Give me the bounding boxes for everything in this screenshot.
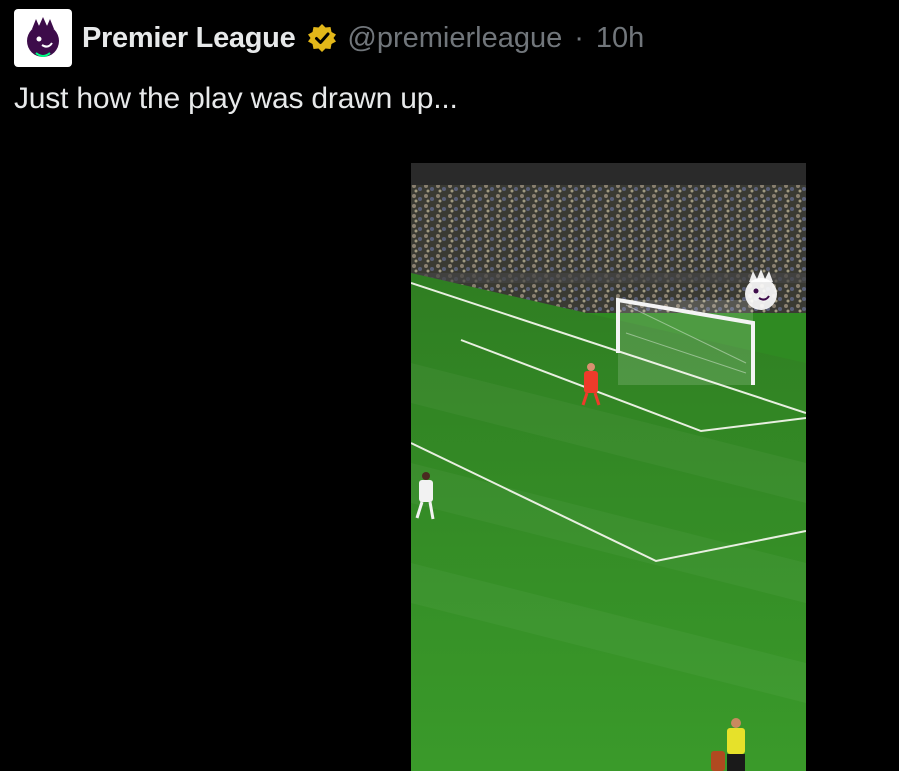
tweet-text: Just how the play was drawn up... (14, 82, 458, 115)
premier-league-lion-logo-icon (27, 17, 59, 57)
timestamp[interactable]: 10h (596, 22, 644, 55)
video-media[interactable] (411, 163, 806, 771)
separator-dot: · (574, 21, 584, 54)
player-bottom (711, 751, 725, 771)
tweet-header: Premier League @premierleague · 10h (14, 8, 644, 68)
goal-net (616, 297, 755, 385)
verified-badge-icon (308, 24, 337, 52)
display-name[interactable]: Premier League (82, 22, 296, 55)
handle[interactable]: @premierleague (347, 22, 562, 55)
avatar[interactable] (14, 9, 72, 67)
